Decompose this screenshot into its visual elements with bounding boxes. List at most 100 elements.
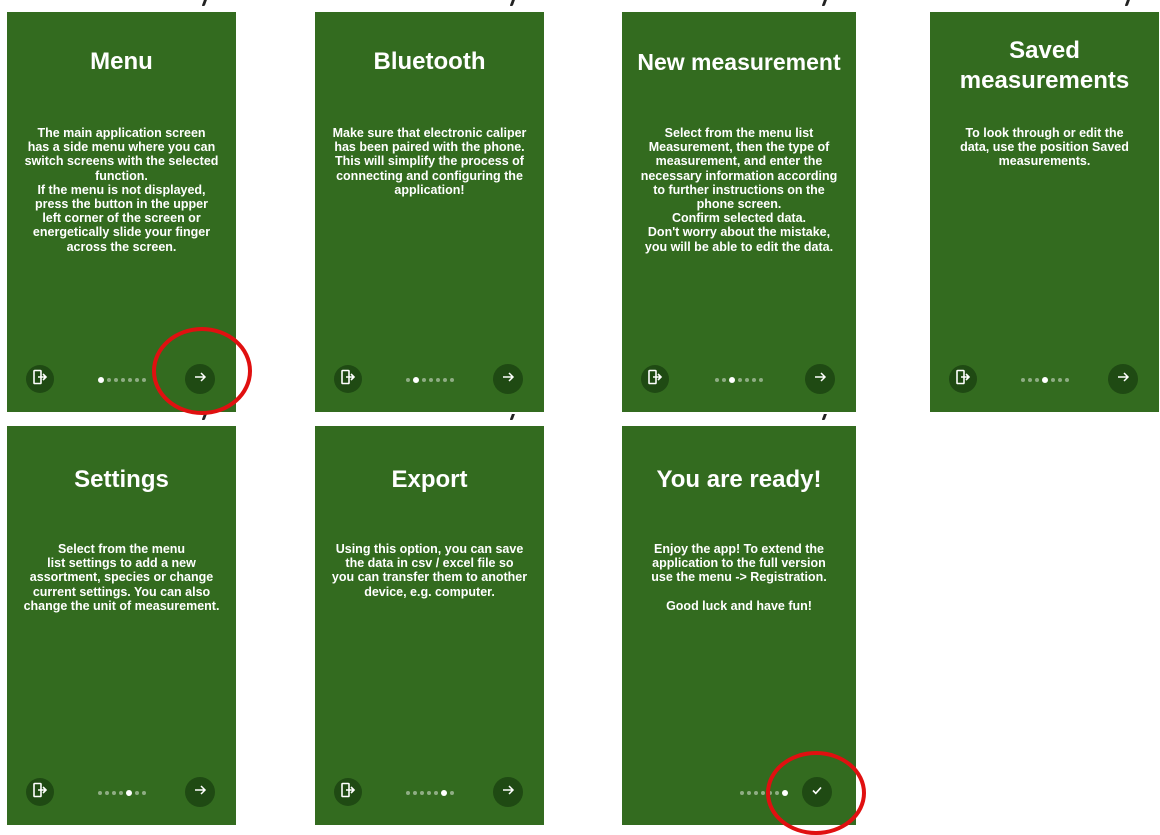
- page-dot: [435, 378, 440, 382]
- onboarding-screen-saved-measurements: Saved measurements To look through or ed…: [930, 0, 1159, 412]
- page-dot: [752, 378, 756, 382]
- skip-button[interactable]: [26, 365, 54, 393]
- status-bar: [315, 0, 544, 12]
- page-dot-active: [1041, 377, 1048, 383]
- arrow-right-icon: [193, 783, 207, 802]
- screen-description: Make sure that electronic caliper has be…: [332, 126, 527, 197]
- page-dot: [1064, 378, 1069, 382]
- page-dot: [428, 378, 433, 382]
- exit-door-icon: [340, 369, 356, 390]
- screen-title: Settings: [74, 466, 169, 493]
- screen-description: Enjoy the app! To extend the application…: [651, 542, 827, 613]
- arrow-right-icon: [813, 370, 827, 389]
- page-dot: [97, 791, 102, 795]
- skip-button[interactable]: [26, 778, 54, 806]
- page-dot: [419, 791, 424, 795]
- page-dot: [111, 791, 116, 795]
- page-dot-active: [97, 377, 104, 383]
- page-dot: [754, 791, 758, 795]
- highlight-circle-next: [152, 327, 252, 415]
- next-button[interactable]: [185, 777, 215, 807]
- page-dot: [118, 791, 123, 795]
- page-dot: [421, 378, 426, 382]
- page-dot: [715, 378, 719, 382]
- page-indicator: [97, 377, 146, 383]
- page-dot-active: [412, 377, 419, 383]
- screen-title: Bluetooth: [373, 48, 486, 75]
- exit-door-icon: [647, 369, 663, 390]
- page-dot: [740, 791, 744, 795]
- page-dot: [134, 791, 139, 795]
- onboarding-screen-settings: Settings Select from the menu list setti…: [7, 414, 236, 825]
- screen-description: Select from the menu list settings to ad…: [23, 542, 220, 613]
- screen-description: Select from the menu list Measurement, t…: [640, 126, 838, 254]
- screen-title: New measurement: [637, 49, 841, 75]
- highlight-circle-done: [766, 751, 866, 835]
- page-dot: [134, 378, 139, 382]
- page-dot: [1057, 378, 1062, 382]
- skip-button[interactable]: [334, 365, 362, 393]
- page-dot: [738, 378, 742, 382]
- page-dot: [106, 378, 111, 382]
- onboarding-screen-bluetooth: Bluetooth Make sure that electronic cali…: [315, 0, 544, 412]
- page-dot: [405, 791, 410, 795]
- onboarding-screen-export: Export Using this option, you can save t…: [315, 414, 544, 825]
- page-dot: [759, 378, 763, 382]
- page-dot: [761, 791, 765, 795]
- page-dot: [120, 378, 125, 382]
- page-dot: [127, 378, 132, 382]
- screen-title: You are ready!: [656, 466, 822, 493]
- page-dot: [449, 791, 454, 795]
- skip-button[interactable]: [334, 778, 362, 806]
- screen-description: To look through or edit the data, use th…: [960, 126, 1129, 169]
- status-bar: [7, 414, 236, 426]
- exit-door-icon: [32, 369, 48, 390]
- page-dot: [412, 791, 417, 795]
- page-dot-active: [729, 377, 735, 383]
- screen-title: Saved measurements: [959, 37, 1130, 94]
- next-button[interactable]: [493, 777, 523, 807]
- page-dot: [405, 378, 410, 382]
- page-dot: [722, 378, 726, 382]
- page-dot: [1027, 378, 1032, 382]
- screen-title: Menu: [90, 48, 153, 75]
- screen-description: The main application screen has a side m…: [24, 126, 219, 254]
- next-button[interactable]: [493, 364, 523, 394]
- page-dot: [745, 378, 749, 382]
- exit-door-icon: [955, 369, 971, 390]
- status-bar: [7, 0, 236, 12]
- page-indicator: [97, 790, 146, 796]
- exit-door-icon: [32, 782, 48, 803]
- page-dot: [113, 378, 118, 382]
- screen-description: Using this option, you can save the data…: [331, 542, 528, 599]
- arrow-right-icon: [1116, 370, 1130, 389]
- page-dot: [747, 791, 751, 795]
- status-bar: [930, 0, 1159, 12]
- status-bar: [315, 414, 544, 426]
- page-indicator: [405, 790, 454, 796]
- screen-title: Export: [391, 466, 468, 493]
- page-indicator: [715, 377, 763, 383]
- status-bar: [622, 0, 856, 12]
- arrow-right-icon: [501, 370, 515, 389]
- page-dot: [104, 791, 109, 795]
- page-dot: [442, 378, 447, 382]
- next-button[interactable]: [1108, 364, 1138, 394]
- page-dot: [433, 791, 438, 795]
- page-dot: [141, 378, 146, 382]
- page-dot: [1034, 378, 1039, 382]
- page-dot-active: [440, 790, 447, 796]
- page-dot-active: [125, 790, 132, 796]
- status-bar: [622, 414, 856, 426]
- page-indicator: [405, 377, 454, 383]
- page-indicator: [1020, 377, 1069, 383]
- page-dot: [1050, 378, 1055, 382]
- skip-button[interactable]: [641, 365, 669, 393]
- skip-button[interactable]: [949, 365, 977, 393]
- page-dot: [449, 378, 454, 382]
- onboarding-screen-new-measurement: New measurement Select from the menu lis…: [622, 0, 856, 412]
- page-dot: [141, 791, 146, 795]
- next-button[interactable]: [805, 364, 835, 394]
- exit-door-icon: [340, 782, 356, 803]
- page-dot: [426, 791, 431, 795]
